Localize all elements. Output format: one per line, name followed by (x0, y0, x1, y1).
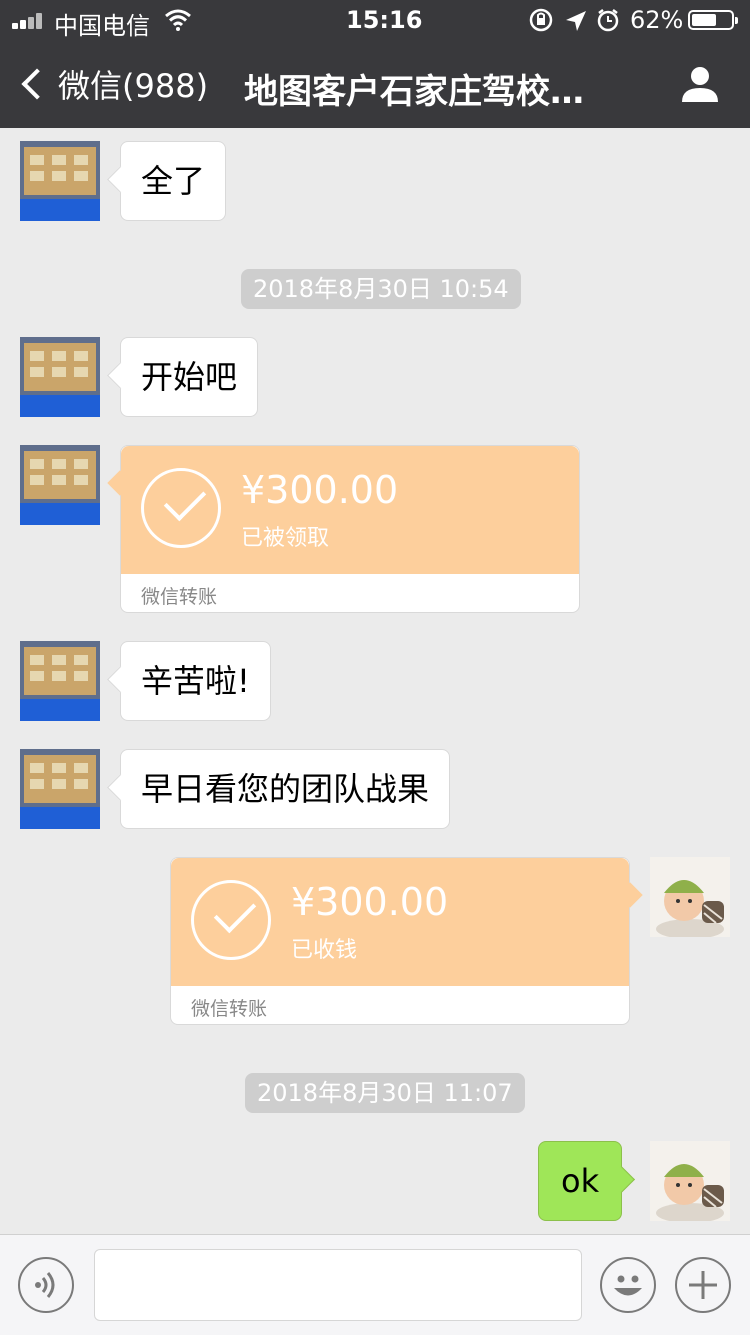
message-bubble[interactable]: 全了 (120, 141, 227, 221)
transfer-amount: ¥300.00 (291, 880, 449, 924)
contact-avatar[interactable] (20, 641, 100, 721)
check-circle-icon (191, 880, 271, 960)
carrier-label: 中国电信 (54, 12, 150, 40)
alarm-icon (597, 9, 619, 32)
my-avatar[interactable] (650, 1141, 730, 1221)
my-avatar[interactable] (650, 857, 730, 937)
nav-bar: 微信(988) 地图客户石家庄驾校… (0, 40, 750, 128)
message-bubble[interactable]: 早日看您的团队战果 (120, 749, 451, 829)
battery-icon (688, 10, 738, 30)
transfer-card-body: ¥300.00 已收钱 (171, 858, 629, 986)
status-bar: 中国电信 15:16 62% (0, 0, 750, 40)
status-icons (529, 8, 619, 32)
emoji-button[interactable] (600, 1257, 656, 1313)
transfer-card-body: ¥300.00 已被领取 (121, 446, 579, 574)
signal-icon (12, 13, 48, 29)
back-button[interactable]: 微信(988) (18, 64, 209, 105)
message-bubble[interactable]: 辛苦啦! (120, 641, 271, 721)
my-message-bubble[interactable]: ok (538, 1141, 623, 1221)
battery-fill (692, 14, 716, 26)
wifi-icon (165, 9, 191, 31)
voice-icon (35, 1272, 55, 1298)
message-input[interactable] (94, 1249, 582, 1321)
rotation-lock-icon (529, 8, 553, 32)
message-bubble[interactable]: 开始吧 (120, 337, 259, 417)
status-time: 15:16 (346, 6, 423, 34)
transfer-status: 已被领取 (241, 526, 330, 551)
timestamp: 2018年8月30日 10:54 (241, 269, 521, 309)
person-icon[interactable] (680, 64, 720, 104)
contact-avatar[interactable] (20, 141, 100, 221)
input-bar (0, 1234, 750, 1335)
location-icon (566, 11, 586, 31)
back-label: 微信(988) (58, 67, 209, 105)
contact-avatar[interactable] (20, 445, 100, 525)
emoji-icon (614, 1275, 642, 1296)
more-button[interactable] (675, 1257, 731, 1313)
transfer-card[interactable]: ¥300.00 已被领取 微信转账 (120, 445, 580, 613)
chat-title: 地图客户石家庄驾校… (244, 72, 584, 108)
chevron-left-icon (21, 68, 53, 100)
contact-avatar[interactable] (20, 337, 100, 417)
plus-icon (689, 1271, 717, 1299)
timestamp: 2018年8月30日 11:07 (245, 1073, 525, 1113)
transfer-footer: 微信转账 (191, 998, 268, 1020)
contact-avatar[interactable] (20, 749, 100, 829)
header: 中国电信 15:16 62% 微信(988) 地图客户石家庄驾校… (0, 0, 750, 128)
transfer-footer: 微信转账 (141, 586, 218, 608)
transfer-amount: ¥300.00 (241, 468, 399, 512)
transfer-status: 已收钱 (291, 938, 358, 963)
check-circle-icon (141, 468, 221, 548)
battery-percent: 62% (630, 6, 684, 34)
voice-button[interactable] (18, 1257, 74, 1313)
transfer-card[interactable]: ¥300.00 已收钱 微信转账 (170, 857, 630, 1025)
